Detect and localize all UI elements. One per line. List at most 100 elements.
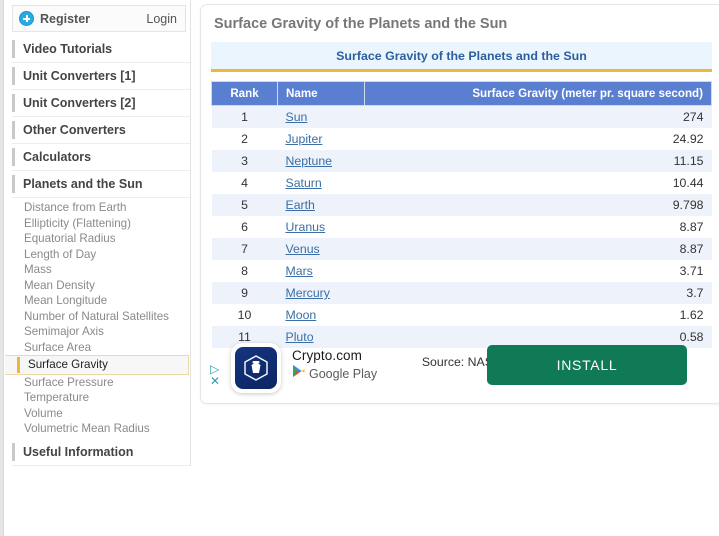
column-header-name[interactable]: Name — [276, 81, 366, 106]
sidebar-planet-list: Distance from Earth Ellipticity (Flatteni… — [5, 198, 190, 439]
adchoices-controls[interactable]: ▷ ✕ — [210, 363, 224, 387]
cell-name: Saturn — [278, 172, 365, 194]
table-banner-title: Surface Gravity of the Planets and the S… — [211, 42, 712, 72]
cell-name: Venus — [278, 238, 365, 260]
cell-surface-gravity: 274 — [682, 110, 704, 124]
sidebar-item-semimajor-axis[interactable]: Semimajor Axis — [5, 324, 190, 340]
google-play-icon — [292, 364, 305, 383]
data-table-wrapper: Surface Gravity of the Planets and the S… — [211, 42, 712, 369]
cell-name: Moon — [278, 304, 365, 326]
sidebar-item-volumetric-mean-radius[interactable]: Volumetric Mean Radius — [5, 421, 190, 437]
plus-circle-icon — [19, 11, 34, 26]
ad-text-block: Crypto.com Google Play — [292, 348, 377, 383]
login-link[interactable]: Login — [146, 12, 177, 26]
cell-rank: 5 — [241, 198, 248, 212]
register-label: Register — [40, 11, 91, 26]
table-row: 1 Sun 274 — [211, 105, 712, 129]
ad-store-row: Google Play — [292, 364, 377, 383]
sidebar-item-mass[interactable]: Mass — [5, 262, 190, 278]
cell-surface-gravity: 8.87 — [679, 242, 704, 256]
sidebar-section-planets-and-the-sun[interactable]: Planets and the Sun — [12, 171, 190, 198]
sidebar-item-temperature[interactable]: Temperature — [5, 390, 190, 406]
sidebar-section-calculators[interactable]: Calculators — [12, 144, 190, 171]
planet-link[interactable]: Neptune — [286, 154, 333, 168]
left-edge-rail — [0, 0, 4, 536]
cell-surface-gravity: 11.15 — [673, 154, 704, 168]
table-row: 2 Jupiter 24.92 — [211, 128, 712, 150]
ad-app-title: Crypto.com — [292, 348, 363, 363]
cell-surface-gravity: 9.798 — [672, 198, 704, 212]
cell-name: Jupiter — [278, 128, 365, 150]
table-row: 8 Mars 3.71 — [211, 260, 712, 282]
planet-link[interactable]: Sun — [286, 110, 308, 124]
cell-rank: 6 — [241, 220, 248, 234]
page-root: Register Login Video Tutorials Unit Conv… — [0, 0, 719, 536]
table-row: 3 Neptune 11.15 — [211, 150, 712, 172]
sidebar-item-surface-gravity[interactable]: Surface Gravity — [5, 355, 189, 375]
table-row: 5 Earth 9.798 — [211, 194, 712, 216]
planet-link[interactable]: Mars — [286, 264, 313, 278]
sidebar: Register Login Video Tutorials Unit Conv… — [5, 0, 191, 466]
cell-surface-gravity: 3.7 — [686, 286, 704, 300]
sidebar-section-useful-information[interactable]: Useful Information — [12, 438, 190, 466]
table-row: 6 Uranus 8.87 — [211, 216, 712, 238]
install-button[interactable]: INSTALL — [487, 345, 687, 385]
table-head: Rank Name Surface Gravity (meter pr. squ… — [211, 81, 712, 106]
sidebar-section-video-tutorials[interactable]: Video Tutorials — [12, 36, 190, 63]
table-body: 1 Sun 274 2 Jupiter 24.92 3 Neptune 11.15 4 Saturn… — [211, 105, 712, 348]
cell-name: Sun — [278, 106, 365, 129]
sidebar-section-other-converters[interactable]: Other Converters — [12, 117, 190, 144]
register-button[interactable]: Register — [19, 11, 146, 26]
cell-surface-gravity: 3.71 — [679, 264, 704, 278]
cell-name: Uranus — [278, 216, 365, 238]
sidebar-section-unit-converters-2[interactable]: Unit Converters [2] — [12, 90, 190, 117]
column-header-rank[interactable]: Rank — [211, 81, 278, 106]
surface-gravity-table: Rank Name Surface Gravity (meter pr. squ… — [211, 81, 712, 348]
planet-link[interactable]: Mercury — [286, 286, 330, 300]
cell-name: Mercury — [278, 282, 365, 304]
page-title: Surface Gravity of the Planets and the S… — [214, 16, 508, 32]
planet-link[interactable]: Jupiter — [286, 132, 323, 146]
sidebar-item-distance-from-earth[interactable]: Distance from Earth — [5, 200, 190, 216]
sidebar-item-length-of-day[interactable]: Length of Day — [5, 247, 190, 263]
cell-rank: 7 — [241, 242, 248, 256]
ad-store-label: Google Play — [309, 366, 378, 381]
crypto-com-logo-icon — [235, 347, 277, 389]
sidebar-item-equatorial-radius[interactable]: Equatorial Radius — [5, 231, 190, 247]
sidebar-item-volume[interactable]: Volume — [5, 406, 190, 422]
planet-link[interactable]: Uranus — [286, 220, 326, 234]
cell-rank: 9 — [241, 286, 248, 300]
sidebar-item-ellipticity-flattening[interactable]: Ellipticity (Flattening) — [5, 216, 190, 232]
cell-surface-gravity: 8.87 — [679, 220, 704, 234]
planet-link[interactable]: Moon — [286, 308, 317, 322]
sidebar-section-unit-converters-1[interactable]: Unit Converters [1] — [12, 63, 190, 90]
table-row: 4 Saturn 10.44 — [211, 172, 712, 194]
sidebar-item-surface-pressure[interactable]: Surface Pressure — [5, 375, 190, 391]
cell-surface-gravity: 1.62 — [679, 308, 704, 322]
cell-rank: 2 — [241, 132, 248, 146]
sidebar-item-mean-longitude[interactable]: Mean Longitude — [5, 293, 190, 309]
advertisement-banner[interactable]: ▷ ✕ Crypto.com Google Play INSTALL — [205, 337, 715, 399]
sidebar-item-surface-area[interactable]: Surface Area — [5, 340, 190, 356]
account-box: Register Login — [12, 5, 186, 32]
cell-rank: 10 — [237, 308, 252, 322]
cell-surface-gravity: 24.92 — [672, 132, 704, 146]
ad-close-icon[interactable]: ✕ — [210, 375, 224, 387]
table-row: 9 Mercury 3.7 — [211, 282, 712, 304]
ad-app-icon[interactable] — [231, 343, 281, 393]
table-row: 7 Venus 8.87 — [211, 238, 712, 260]
column-header-surface-gravity[interactable]: Surface Gravity (meter pr. square second… — [364, 81, 712, 106]
sidebar-item-number-of-natural-satellites[interactable]: Number of Natural Satellites — [5, 309, 190, 325]
table-header-row: Rank Name Surface Gravity (meter pr. squ… — [211, 81, 712, 106]
planet-link[interactable]: Saturn — [286, 176, 322, 190]
sidebar-item-mean-density[interactable]: Mean Density — [5, 278, 190, 294]
cell-rank: 8 — [241, 264, 248, 278]
table-row: 10 Moon 1.62 — [211, 304, 712, 326]
cell-rank: 4 — [241, 176, 248, 190]
cell-name: Mars — [278, 260, 365, 282]
planet-link[interactable]: Venus — [286, 242, 320, 256]
planet-link[interactable]: Earth — [286, 198, 315, 212]
cell-name: Neptune — [278, 150, 365, 172]
cell-rank: 3 — [241, 154, 248, 168]
cell-surface-gravity: 10.44 — [672, 176, 704, 190]
